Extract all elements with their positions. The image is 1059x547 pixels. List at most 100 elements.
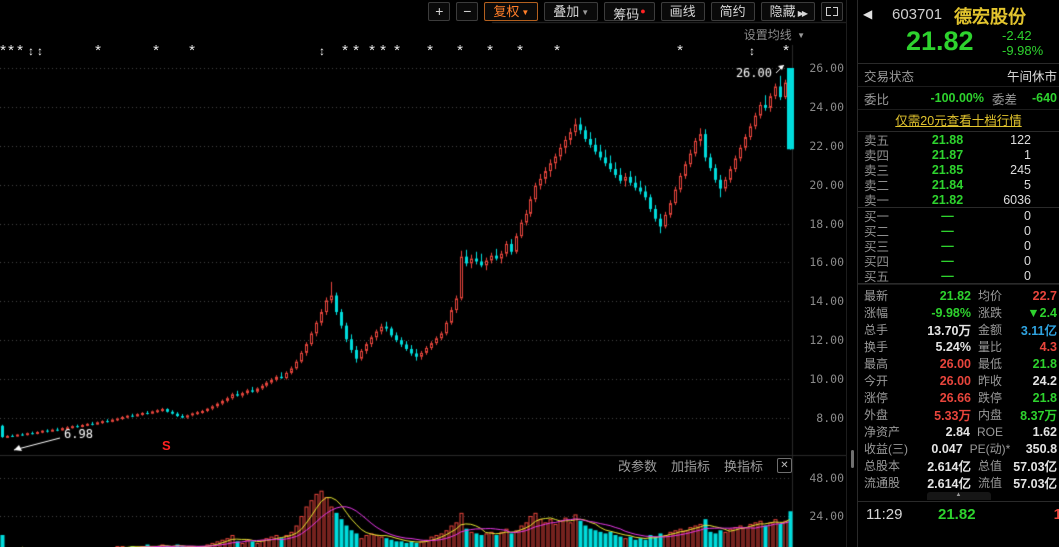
stat-row: 最新21.82均价22.7 (858, 287, 1059, 304)
splitter-grip[interactable] (851, 450, 854, 468)
chevron-down-icon: ▼ (797, 31, 805, 40)
chevron-down-icon: ▼ (581, 8, 589, 17)
event-marker-icon: * (781, 42, 791, 59)
panel-splitter[interactable] (846, 0, 858, 547)
level-price: — (898, 269, 997, 283)
stat-value: 5.33万 (916, 405, 971, 424)
zoom-in-button[interactable]: + (428, 2, 450, 21)
close-icon[interactable]: ✕ (777, 458, 792, 473)
draw-line-button[interactable]: 画线 (661, 2, 705, 21)
y-axis-label: 18.00 (796, 217, 844, 231)
stat-label: 换手 (864, 338, 916, 355)
stat-value: ▼2.4 (1002, 306, 1057, 320)
trade-status-value: 午间休市 (914, 66, 1057, 85)
event-marker-icon: * (425, 42, 435, 59)
sell-level-row[interactable]: 卖一21.826036 (858, 192, 1059, 207)
fullscreen-icon[interactable] (821, 2, 843, 21)
stat-label: 金额 (978, 321, 1002, 338)
stat-value: 24.2 (1002, 374, 1057, 388)
stat-label: 均价 (978, 287, 1002, 304)
chip-label: 筹码 (613, 7, 639, 22)
adjust-price-button[interactable]: 复权▼ (484, 2, 538, 21)
stat-row: 总股本2.614亿总值57.03亿 (858, 457, 1059, 474)
stat-label: 内盘 (978, 406, 1002, 423)
zoom-out-button[interactable]: − (456, 2, 478, 21)
hide-button[interactable]: 隐藏▶▶ (761, 2, 815, 21)
chevron-down-icon: ▼ (521, 8, 529, 17)
switch-indicator-button[interactable]: 换指标 (724, 456, 763, 475)
level-price: — (898, 239, 997, 253)
buy-levels: 买一—0买二—0买三—0买四—0买五—0 (858, 207, 1059, 283)
stat-value: 13.70万 (916, 320, 971, 339)
event-marker-icon: ↕ (747, 44, 757, 58)
y-axis-label: 12.00 (796, 333, 844, 347)
indicator-toolbar: 改参数 加指标 换指标 ✕ (618, 456, 792, 475)
level-volume: 6036 (997, 193, 1059, 207)
add-indicator-button[interactable]: 加指标 (671, 456, 710, 475)
event-marker-icon: * (151, 42, 161, 59)
y-axis-label: 16.00 (796, 255, 844, 269)
event-marker-icon: * (93, 42, 103, 59)
stat-label: 总手 (864, 321, 916, 338)
stat-row: 换手5.24%量比4.3 (858, 338, 1059, 355)
level-volume: 122 (997, 133, 1059, 147)
stat-value: 1.62 (1003, 425, 1057, 439)
level-volume: 0 (997, 239, 1059, 253)
simple-mode-button[interactable]: 简约 (711, 2, 755, 21)
stat-label: 流值 (978, 474, 1002, 491)
level-price: 21.88 (898, 133, 997, 147)
level-price: 21.85 (898, 163, 997, 177)
change-value: -2.42 (1002, 28, 1032, 43)
level-volume: 0 (997, 269, 1059, 283)
collapse-handle[interactable]: ▲ (927, 492, 991, 500)
y-axis-label: 20.00 (796, 178, 844, 192)
ma-setting-button[interactable]: 设置均线 ▼ (744, 26, 805, 43)
edit-params-button[interactable]: 改参数 (618, 456, 657, 475)
stat-row: 流通股2.614亿流值57.03亿 (858, 474, 1059, 491)
stat-value: 4.3 (1002, 340, 1057, 354)
chip-distribution-button[interactable]: 筹码● (604, 2, 654, 21)
overlay-button[interactable]: 叠加▼ (544, 2, 598, 21)
level-volume: 1 (997, 148, 1059, 162)
stat-row: 净资产2.84ROE1.62 (858, 423, 1059, 440)
stat-label: 今开 (864, 372, 916, 389)
stat-value: 21.82 (916, 289, 971, 303)
stat-label: 涨幅 (864, 304, 916, 321)
stat-value: 21.8 (1002, 391, 1057, 405)
event-marker-icon: * (392, 42, 402, 59)
trade-status-label: 交易状态 (864, 66, 914, 85)
red-dot-badge: ● (640, 6, 645, 16)
stock-code: 603701 (892, 6, 942, 23)
tick-list[interactable]: 11:29 21.82 1 (858, 501, 1059, 527)
buy-level-row[interactable]: 买五—0 (858, 268, 1059, 283)
level-volume: 5 (997, 178, 1059, 192)
change-percent: -9.98% (1002, 43, 1043, 58)
stat-value: 8.37万 (1002, 405, 1057, 424)
y-axis-label: 22.00 (796, 139, 844, 153)
event-marker-icon: * (367, 42, 377, 59)
stat-value: 57.03亿 (1002, 473, 1057, 492)
stat-value: 2.84 (916, 425, 970, 439)
level-label: 买五 (864, 266, 898, 285)
back-icon[interactable]: ◀ (863, 7, 872, 21)
stat-value: 26.00 (916, 374, 971, 388)
ma-setting-label: 设置均线 (744, 28, 792, 42)
level10-upsell-link[interactable]: 仅需20元查看十档行情 (895, 114, 1021, 128)
event-marker-icon: * (552, 42, 562, 59)
stat-label: 涨停 (864, 389, 916, 406)
weibi-label: 委比 (864, 89, 889, 108)
stat-value: 21.8 (1002, 357, 1057, 371)
adjust-price-label: 复权 (493, 4, 519, 19)
stat-label: 总值 (978, 457, 1002, 474)
event-marker-icon: * (15, 42, 25, 59)
y-axis-label: 8.00 (796, 411, 844, 425)
overlay-label: 叠加 (553, 4, 579, 19)
app-window: + − 复权▼ 叠加▼ 筹码● 画线 简约 隐藏▶▶ 设置均线 ▼ 改参数 加指… (0, 0, 1059, 547)
tick-volume: 1 (1054, 506, 1059, 523)
sell-levels: 卖五21.88122卖四21.871卖三21.85245卖二21.845卖一21… (858, 132, 1059, 207)
quote-header: ◀ 603701 德宏股份 21.82 -2.42-9.98% (858, 0, 1059, 64)
stat-label: 总股本 (864, 457, 916, 474)
stat-value: 5.24% (916, 340, 971, 354)
level-price: 21.87 (898, 148, 997, 162)
stat-value: 2.614亿 (916, 473, 971, 492)
